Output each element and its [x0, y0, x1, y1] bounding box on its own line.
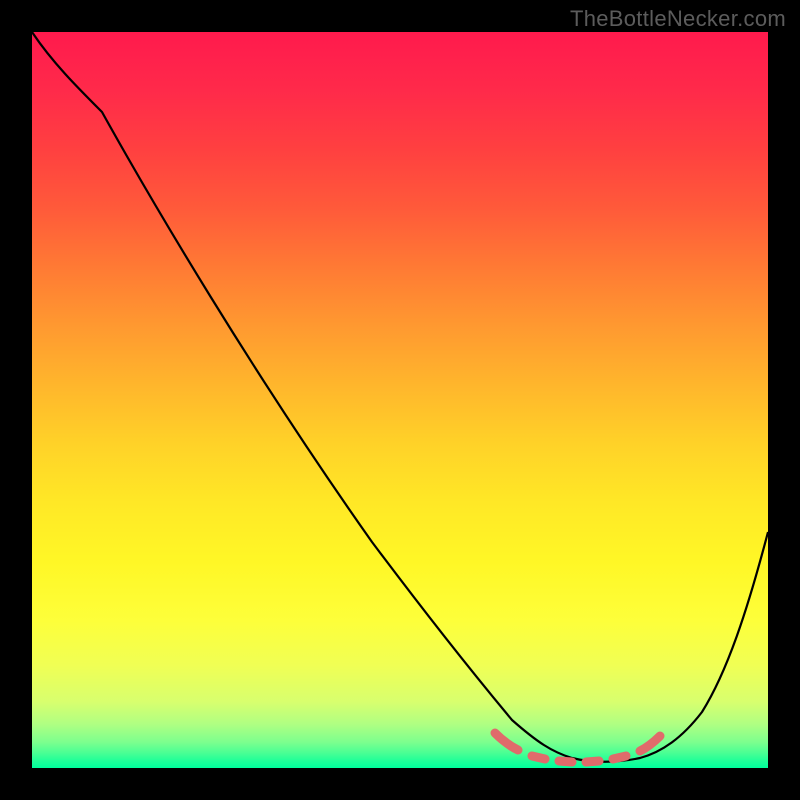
watermark-text: TheBottleNecker.com — [570, 6, 786, 32]
bottleneck-curve-line — [32, 32, 768, 762]
chart-frame: TheBottleNecker.com — [0, 0, 800, 800]
plot-area — [32, 32, 768, 768]
chart-svg — [32, 32, 768, 768]
optimal-range-markers — [495, 733, 660, 762]
